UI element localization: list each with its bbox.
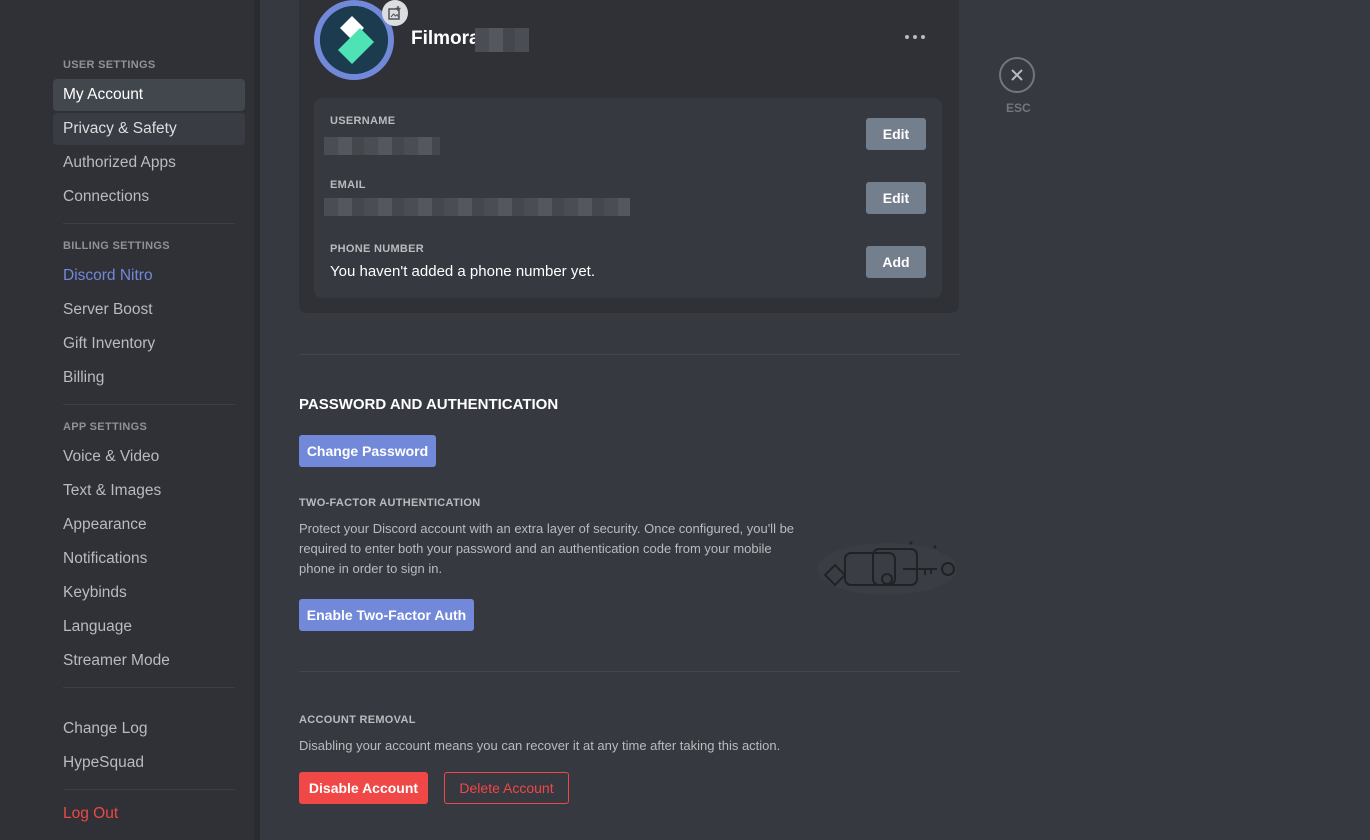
sidebar-item-streamer-mode[interactable]: Streamer Mode (53, 645, 245, 677)
sidebar-item-connections[interactable]: Connections (53, 181, 245, 213)
sidebar-item-voice-video[interactable]: Voice & Video (53, 441, 245, 473)
security-illustration-icon (817, 541, 957, 595)
enable-twofa-button[interactable]: Enable Two-Factor Auth (299, 599, 474, 631)
password-section-title: PASSWORD AND AUTHENTICATION (299, 396, 559, 413)
phone-value: You haven't added a phone number yet. (330, 263, 596, 280)
sidebar-divider (63, 687, 235, 688)
esc-label: ESC (1006, 101, 1031, 115)
settings-sidebar: USER SETTINGS My Account Privacy & Safet… (0, 0, 254, 840)
add-phone-button[interactable]: Add (866, 246, 926, 278)
user-settings-header: USER SETTINGS (63, 59, 156, 71)
avatar[interactable] (314, 0, 408, 80)
account-fields: USERNAME Edit EMAIL Edit PHONE NUMBER Yo… (314, 98, 942, 298)
add-image-icon[interactable] (382, 0, 408, 26)
sidebar-item-change-log[interactable]: Change Log (53, 713, 245, 745)
sidebar-scrollbar[interactable] (254, 0, 260, 840)
username-label: USERNAME (330, 115, 396, 127)
sidebar-item-gift-inventory[interactable]: Gift Inventory (53, 328, 245, 360)
sidebar-divider (63, 404, 235, 405)
edit-email-button[interactable]: Edit (866, 182, 926, 214)
redacted-username (324, 137, 440, 155)
sidebar-item-privacy-safety[interactable]: Privacy & Safety (53, 113, 245, 145)
sidebar-item-text-images[interactable]: Text & Images (53, 475, 245, 507)
redacted-email (324, 198, 630, 216)
sidebar-item-authorized-apps[interactable]: Authorized Apps (53, 147, 245, 179)
display-name: Filmora (411, 28, 480, 49)
avatar-image (320, 6, 388, 74)
sidebar-item-log-out[interactable]: Log Out (53, 798, 245, 830)
account-removal-description: Disabling your account means you can rec… (299, 738, 781, 753)
sidebar-item-language[interactable]: Language (53, 611, 245, 643)
app-settings-header: APP SETTINGS (63, 421, 148, 433)
section-divider (299, 671, 960, 672)
sidebar-item-appearance[interactable]: Appearance (53, 509, 245, 541)
account-removal-title: ACCOUNT REMOVAL (299, 714, 416, 726)
sidebar-item-billing[interactable]: Billing (53, 362, 245, 394)
sidebar-divider (63, 223, 235, 224)
sidebar-item-my-account[interactable]: My Account (53, 79, 245, 111)
redacted-tag (475, 28, 529, 52)
sidebar-item-keybinds[interactable]: Keybinds (53, 577, 245, 609)
section-divider (299, 354, 960, 355)
change-password-button[interactable]: Change Password (299, 435, 436, 467)
twofa-title: TWO-FACTOR AUTHENTICATION (299, 497, 481, 509)
close-icon (1011, 69, 1023, 81)
phone-label: PHONE NUMBER (330, 243, 425, 255)
delete-account-button[interactable]: Delete Account (444, 772, 569, 804)
more-options-icon[interactable] (903, 30, 927, 48)
edit-username-button[interactable]: Edit (866, 118, 926, 150)
email-label: EMAIL (330, 179, 366, 191)
account-card: Filmora USERNAME Edit EMAIL Edit PHONE N… (299, 0, 959, 313)
disable-account-button[interactable]: Disable Account (299, 772, 428, 804)
billing-settings-header: BILLING SETTINGS (63, 240, 170, 252)
close-settings-button[interactable] (999, 57, 1035, 93)
sidebar-item-hypesquad[interactable]: HypeSquad (53, 747, 245, 779)
sidebar-item-notifications[interactable]: Notifications (53, 543, 245, 575)
sidebar-item-discord-nitro[interactable]: Discord Nitro (53, 260, 245, 292)
sidebar-divider (63, 789, 235, 790)
twofa-description: Protect your Discord account with an ext… (299, 521, 795, 576)
sidebar-item-server-boost[interactable]: Server Boost (53, 294, 245, 326)
